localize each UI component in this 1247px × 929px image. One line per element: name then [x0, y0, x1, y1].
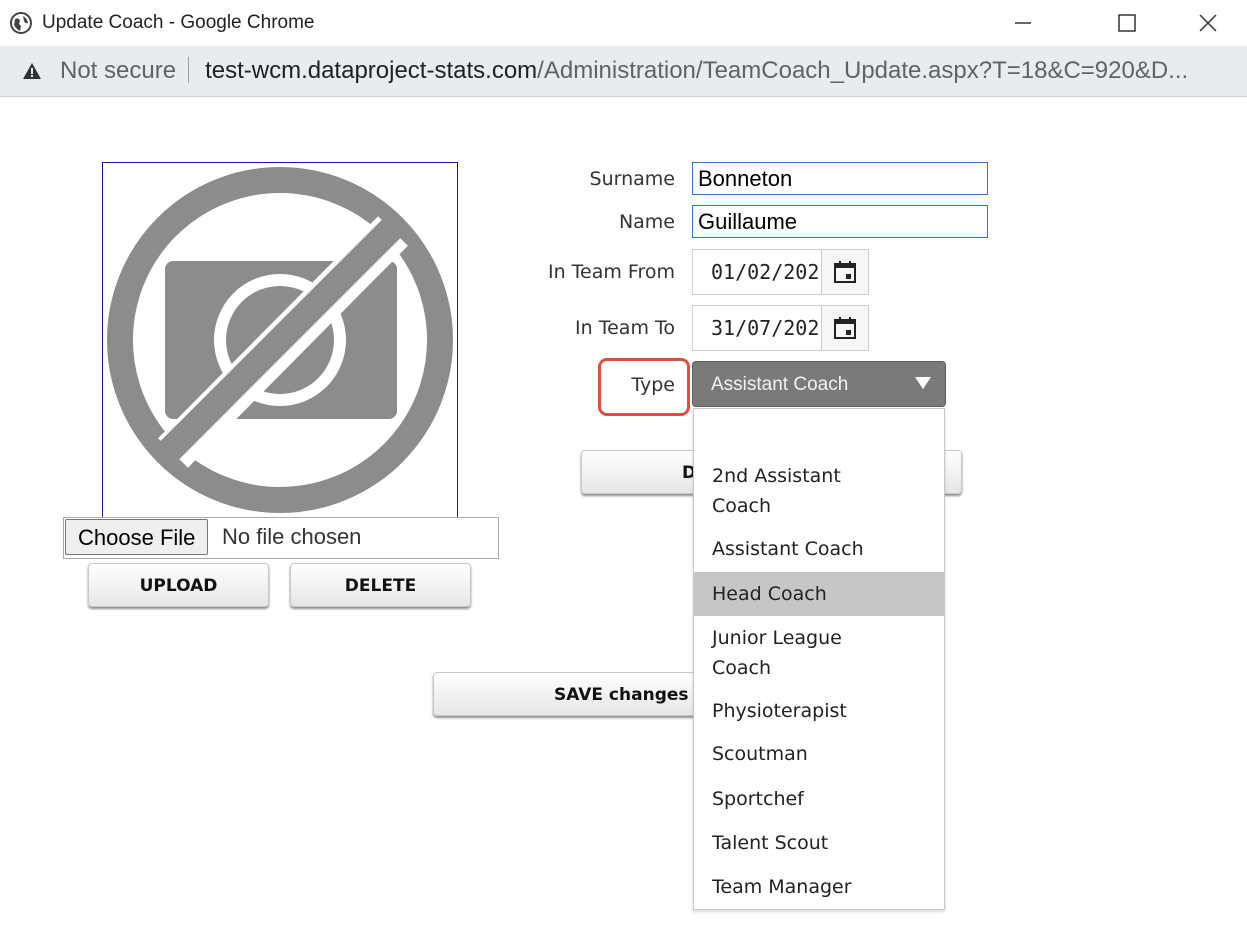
type-option[interactable]: Talent Scout	[694, 828, 944, 858]
calendar-icon	[834, 317, 856, 339]
in-team-to-value: 31/07/202	[711, 316, 820, 340]
name-input[interactable]: Guillaume	[692, 205, 988, 238]
close-button[interactable]	[1183, 6, 1233, 40]
choose-file-button[interactable]: Choose File	[65, 519, 209, 555]
type-option[interactable]: 2nd Assistant Coach	[694, 461, 894, 521]
address-text[interactable]: Not secure test-wcm.dataproject-stats.com…	[60, 56, 1189, 85]
security-label[interactable]: Not secure	[60, 57, 176, 84]
window-title: Update Coach - Google Chrome	[42, 12, 315, 33]
coach-photo	[102, 162, 458, 518]
surname-label: Surname	[589, 168, 675, 190]
url-host: test-wcm.dataproject-stats.com	[205, 57, 538, 84]
in-team-to-input[interactable]: 31/07/202	[692, 305, 869, 351]
type-option[interactable]: Junior League Coach	[694, 623, 894, 683]
surname-input[interactable]: Bonneton	[692, 162, 988, 195]
minimize-icon	[1015, 22, 1031, 24]
type-option[interactable]: Scoutman	[694, 739, 944, 769]
url-path: /Administration/TeamCoach_Update.aspx?T=…	[537, 57, 1189, 84]
close-icon	[1199, 14, 1217, 32]
type-dropdown-list[interactable]: 2nd Assistant Coach Assistant Coach Head…	[693, 408, 945, 910]
maximize-button[interactable]	[1102, 6, 1152, 40]
type-option-empty[interactable]	[694, 415, 944, 445]
in-team-from-input[interactable]: 01/02/202	[692, 249, 869, 295]
type-option-highlighted[interactable]: Head Coach	[694, 572, 944, 616]
maximize-icon	[1118, 14, 1136, 32]
type-highlight-box	[598, 358, 690, 416]
type-option[interactable]: Assistant Coach	[694, 534, 944, 564]
name-label: Name	[618, 211, 675, 233]
globe-icon	[10, 12, 32, 34]
in-team-to-label: In Team To	[575, 317, 675, 339]
warning-icon	[23, 63, 41, 79]
in-team-from-value: 01/02/202	[711, 260, 820, 284]
calendar-icon	[834, 261, 856, 283]
dropdown-arrow-icon	[915, 377, 931, 389]
address-divider	[188, 56, 190, 83]
file-status: No file chosen	[222, 524, 362, 549]
in-team-from-label: In Team From	[547, 261, 675, 283]
type-select[interactable]: Assistant Coach	[692, 361, 946, 407]
minimize-button[interactable]	[998, 6, 1048, 40]
no-photo-icon	[107, 167, 453, 513]
type-option[interactable]: Physioterapist	[694, 696, 944, 726]
date-picker-button[interactable]	[821, 250, 868, 294]
type-option[interactable]: Team Manager	[694, 872, 944, 902]
window-title-bar: Update Coach - Google Chrome	[0, 0, 1247, 46]
date-picker-button[interactable]	[821, 306, 868, 350]
upload-button[interactable]: UPLOAD	[88, 563, 269, 607]
type-selected-value: Assistant Coach	[711, 374, 849, 395]
file-input[interactable]: Choose File No file chosen	[63, 517, 499, 559]
type-option[interactable]: Sportchef	[694, 784, 944, 814]
delete-photo-button[interactable]: DELETE	[290, 563, 471, 607]
address-bar[interactable]: Not secure test-wcm.dataproject-stats.com…	[0, 46, 1247, 97]
